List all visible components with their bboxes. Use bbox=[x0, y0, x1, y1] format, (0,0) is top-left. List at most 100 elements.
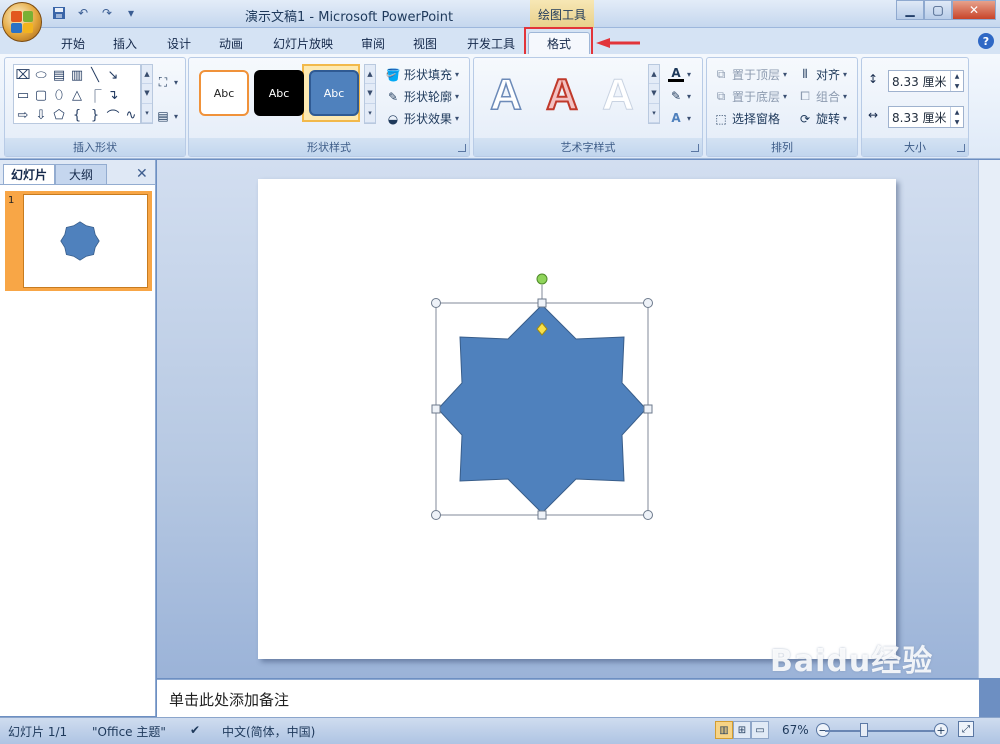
tab-developer[interactable]: 开发工具 bbox=[462, 32, 520, 54]
zoom-slider-thumb[interactable] bbox=[860, 723, 868, 737]
tab-slideshow[interactable]: 幻灯片放映 bbox=[268, 32, 338, 54]
zoom-level[interactable]: 67% bbox=[782, 723, 809, 737]
rotate-button[interactable]: ⟳ 旋转 ▾ bbox=[797, 110, 847, 127]
send-back-label: 置于底层 bbox=[732, 90, 781, 104]
shapes-gallery[interactable]: ⌧ ⬭ ▤ ▥ ╲ ↘ ▭ ▢ ⬯ △ ⎾ ↴ ⇨ ⇩ ⬠ { } ⌒ ∿ bbox=[13, 64, 141, 125]
shape-effects-button[interactable]: ◒ 形状效果 ▾ bbox=[385, 110, 459, 127]
dialog-launcher-icon[interactable] bbox=[458, 144, 466, 152]
slideshow-icon[interactable]: ▭ bbox=[751, 721, 769, 739]
triangle-shape-icon[interactable]: △ bbox=[68, 85, 86, 105]
shape-width-input[interactable]: 8.33 厘米 ▲ ▼ bbox=[888, 106, 964, 128]
arc-icon[interactable]: ⌒ bbox=[104, 105, 122, 125]
resize-handle-top-left[interactable] bbox=[431, 298, 441, 308]
tab-review[interactable]: 审阅 bbox=[356, 32, 390, 54]
text-outline-button[interactable]: ✎ ▾ bbox=[668, 88, 691, 104]
text-fill-icon: A bbox=[668, 66, 684, 82]
slide-sorter-icon[interactable]: ⊞ bbox=[733, 721, 751, 739]
align-icon: ⫴ bbox=[802, 67, 808, 81]
arrow-line-icon[interactable]: ↘ bbox=[104, 65, 122, 85]
slide-number: 1 bbox=[8, 195, 15, 206]
resize-handle-top[interactable] bbox=[537, 298, 547, 308]
rounded-rect-icon[interactable]: ▢ bbox=[32, 85, 50, 105]
wordart-style-1[interactable]: A bbox=[480, 68, 532, 122]
close-icon[interactable]: ✕ bbox=[952, 0, 996, 20]
eight-point-star-shape[interactable] bbox=[437, 304, 647, 514]
tab-home[interactable]: 开始 bbox=[56, 32, 90, 54]
tab-view[interactable]: 视图 bbox=[408, 32, 442, 54]
spell-check-icon[interactable]: ✔ bbox=[190, 723, 200, 737]
redo-icon[interactable]: ↷ bbox=[98, 5, 116, 21]
align-button[interactable]: ⫴ 对齐 ▾ bbox=[797, 66, 847, 83]
resize-handle-left[interactable] bbox=[431, 404, 441, 414]
wordart-style-3[interactable]: A bbox=[592, 68, 644, 122]
theme-name[interactable]: "Office 主题" bbox=[92, 723, 166, 740]
wordart-scroll[interactable]: ▲ ▼ ▾ bbox=[648, 64, 660, 124]
tab-animation[interactable]: 动画 bbox=[214, 32, 248, 54]
vertical-text-icon[interactable]: ▥ bbox=[68, 65, 86, 85]
shape-outline-button[interactable]: ✎ 形状轮廓 ▾ bbox=[385, 88, 459, 105]
bring-to-front-button[interactable]: ⧉ 置于顶层 ▾ bbox=[713, 66, 787, 83]
resize-handle-bottom[interactable] bbox=[537, 510, 547, 520]
tab-outline[interactable]: 大纲 bbox=[55, 164, 107, 184]
save-icon[interactable] bbox=[50, 5, 68, 21]
width-spinner[interactable]: ▲ ▼ bbox=[950, 107, 963, 127]
text-box-shape-icon[interactable]: ⌧ bbox=[14, 65, 32, 85]
shape-styles-scroll[interactable]: ▲ ▼ ▾ bbox=[364, 64, 376, 124]
vertical-scrollbar[interactable] bbox=[978, 160, 1000, 678]
group-button[interactable]: ⧠ 组合 ▾ bbox=[797, 88, 847, 105]
down-arrow-shape-icon[interactable]: ⇩ bbox=[32, 105, 50, 125]
group-insert-shapes: ⌧ ⬭ ▤ ▥ ╲ ↘ ▭ ▢ ⬯ △ ⎾ ↴ ⇨ ⇩ ⬠ { } ⌒ ∿ ▲ ▼… bbox=[4, 57, 186, 157]
normal-view-icon[interactable]: ▥ bbox=[715, 721, 733, 739]
edit-shape-button[interactable]: ⛶ ▾ bbox=[155, 74, 178, 90]
office-button[interactable] bbox=[2, 2, 42, 42]
tab-insert[interactable]: 插入 bbox=[108, 32, 142, 54]
curve-icon[interactable]: ∿ bbox=[122, 105, 140, 125]
elbow-connector-icon[interactable]: ⎾ bbox=[86, 85, 104, 105]
elbow-arrow-icon[interactable]: ↴ bbox=[104, 85, 122, 105]
oval-shape-icon[interactable]: ⬭ bbox=[32, 65, 50, 85]
maximize-icon[interactable]: ▢ bbox=[924, 0, 952, 20]
text-effects-button[interactable]: A ▾ bbox=[668, 110, 691, 126]
shape-style-3[interactable]: Abc bbox=[309, 70, 359, 116]
undo-icon[interactable]: ↶ bbox=[74, 5, 92, 21]
right-arrow-shape-icon[interactable]: ⇨ bbox=[14, 105, 32, 125]
wordart-style-2[interactable]: A bbox=[536, 68, 588, 122]
height-spinner[interactable]: ▲ ▼ bbox=[950, 71, 963, 91]
text-fill-button[interactable]: A ▾ bbox=[668, 66, 691, 82]
dialog-launcher-icon[interactable] bbox=[957, 144, 965, 152]
shape-style-1[interactable]: Abc bbox=[199, 70, 249, 116]
rotation-handle[interactable] bbox=[536, 273, 548, 285]
pentagon-shape-icon[interactable]: ⬠ bbox=[50, 105, 68, 125]
resize-handle-bottom-left[interactable] bbox=[431, 510, 441, 520]
brace-icon[interactable]: } bbox=[86, 105, 104, 125]
send-to-back-button[interactable]: ⧉ 置于底层 ▾ bbox=[713, 88, 787, 105]
tab-slides[interactable]: 幻灯片 bbox=[3, 164, 55, 184]
shape-fill-button[interactable]: 🪣 形状填充 ▾ bbox=[385, 66, 460, 83]
group-size: ↕ 8.33 厘米 ▲ ▼ ↔ 8.33 厘米 ▲ ▼ 大小 bbox=[861, 57, 969, 157]
fit-to-window-icon[interactable]: ⤢ bbox=[958, 721, 974, 737]
customize-qat-icon[interactable]: ▾ bbox=[122, 5, 140, 21]
resize-handle-right[interactable] bbox=[643, 404, 653, 414]
text-frame-icon[interactable]: ▤ bbox=[50, 65, 68, 85]
zoom-slider[interactable] bbox=[825, 730, 935, 732]
close-pane-icon[interactable]: ✕ bbox=[136, 166, 148, 182]
text-box-button[interactable]: ▤ ▾ bbox=[155, 108, 178, 124]
slide-canvas[interactable] bbox=[258, 179, 896, 659]
zoom-in-icon[interactable]: + bbox=[934, 723, 948, 737]
ellipse-shape-icon[interactable]: ⬯ bbox=[50, 85, 68, 105]
shape-style-2[interactable]: Abc bbox=[254, 70, 304, 116]
resize-handle-top-right[interactable] bbox=[643, 298, 653, 308]
shape-height-input[interactable]: 8.33 厘米 ▲ ▼ bbox=[888, 70, 964, 92]
minimize-icon[interactable]: ▁ bbox=[896, 0, 924, 20]
help-icon[interactable]: ? bbox=[978, 33, 994, 49]
dialog-launcher-icon[interactable] bbox=[691, 144, 699, 152]
language-indicator[interactable]: 中文(简体，中国) bbox=[222, 723, 315, 740]
line-shape-icon[interactable]: ╲ bbox=[86, 65, 104, 85]
rectangle-shape-icon[interactable]: ▭ bbox=[14, 85, 32, 105]
selection-pane-button[interactable]: ⬚ 选择窗格 bbox=[713, 110, 780, 127]
tab-design[interactable]: 设计 bbox=[162, 32, 196, 54]
curly-brace-icon[interactable]: { bbox=[68, 105, 86, 125]
resize-handle-bottom-right[interactable] bbox=[643, 510, 653, 520]
slide-thumbnail[interactable] bbox=[5, 191, 152, 291]
shapes-gallery-scroll[interactable]: ▲ ▼ ▾ bbox=[141, 64, 153, 124]
